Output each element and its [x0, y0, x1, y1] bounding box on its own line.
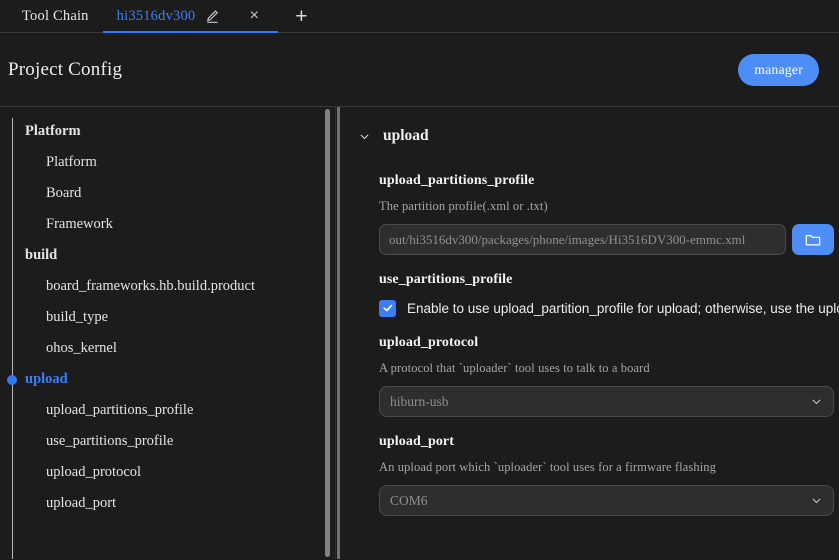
close-icon[interactable]: ×: [244, 6, 264, 26]
field-use-partitions-profile: use_partitions_profile Enable to use upl…: [357, 272, 839, 318]
sidebar-scrollbar[interactable]: [325, 109, 330, 557]
select-value: COM6: [390, 492, 428, 508]
sidebar-item-build-type[interactable]: build_type: [12, 302, 335, 333]
field-label: upload_port: [379, 434, 455, 449]
sidebar-item-label: build_type: [46, 309, 109, 325]
body-split: Platform Platform Board Framework build board…: [0, 107, 839, 559]
upload-partitions-profile-input[interactable]: [379, 224, 786, 255]
section-title: upload: [383, 127, 429, 144]
field-label: upload_partitions_profile: [379, 173, 535, 188]
sidebar-item-label: use_partitions_profile: [46, 433, 174, 449]
checkbox-row: Enable to use upload_partition_profile f…: [379, 298, 839, 318]
sidebar-item-upload-protocol[interactable]: upload_protocol: [12, 457, 335, 488]
sidebar-item-framework[interactable]: Framework: [12, 209, 335, 240]
sidebar-item-label: Framework: [46, 216, 113, 232]
sidebar-item-label: upload: [25, 371, 68, 387]
config-tree: Platform Platform Board Framework build board…: [0, 116, 335, 559]
field-description: A protocol that `uploader` tool uses to …: [379, 361, 650, 375]
field-label: use_partitions_profile: [379, 272, 513, 287]
field-description: The partition profile(.xml or .txt): [379, 199, 548, 213]
sidebar-item-platform[interactable]: Platform: [12, 116, 335, 147]
sidebar-item-label: Platform: [25, 123, 81, 139]
sidebar-item-label: board_frameworks.hb.build.product: [46, 278, 255, 294]
field-upload-partitions-profile: upload_partitions_profile The partition …: [357, 173, 839, 255]
sidebar-item-label: upload_protocol: [46, 464, 142, 480]
chevron-down-icon[interactable]: [357, 129, 371, 143]
page-title: Project Config: [8, 58, 123, 80]
tab-label: Tool Chain: [22, 7, 89, 24]
sidebar-item-ohos-kernel[interactable]: ohos_kernel: [12, 333, 335, 364]
app-window: Tool Chain hi3516dv300 × + Project Confi…: [0, 0, 839, 560]
file-picker-row: [379, 224, 834, 255]
sidebar-item-label: ohos_kernel: [46, 340, 117, 356]
tab-bar: Tool Chain hi3516dv300 × +: [0, 0, 839, 33]
sidebar-item-label: upload_partitions_profile: [46, 402, 194, 418]
sidebar-item-label: upload_port: [46, 495, 117, 511]
manager-button[interactable]: manager: [738, 53, 819, 86]
upload-port-select[interactable]: COM6: [379, 485, 834, 516]
sidebar-item-upload-partitions-profile[interactable]: upload_partitions_profile: [12, 395, 335, 426]
field-upload-port: upload_port An upload port which `upload…: [357, 434, 839, 516]
tab-hi3516dv300[interactable]: hi3516dv300 ×: [102, 0, 279, 33]
sidebar-item-platform[interactable]: Platform: [12, 147, 335, 178]
sidebar-item-board-frameworks-hb-build-product[interactable]: board_frameworks.hb.build.product: [12, 271, 335, 302]
tab-tool-chain[interactable]: Tool Chain: [8, 0, 103, 32]
sidebar-item-use-partitions-profile[interactable]: use_partitions_profile: [12, 426, 335, 457]
page-header: Project Config manager: [0, 33, 839, 107]
sidebar-item-upload-port[interactable]: upload_port: [12, 488, 335, 519]
sidebar-item-label: build: [25, 247, 58, 263]
plus-icon[interactable]: +: [284, 0, 318, 32]
sidebar-item-build[interactable]: build: [12, 240, 335, 271]
select-value: hiburn-usb: [390, 393, 449, 409]
field-label: upload_protocol: [379, 335, 479, 350]
sidebar-item-upload[interactable]: upload: [12, 364, 335, 395]
config-tree-sidebar: Platform Platform Board Framework build board…: [0, 107, 335, 559]
checkbox-label: Enable to use upload_partition_profile f…: [407, 300, 839, 316]
sidebar-item-label: Platform: [46, 154, 97, 170]
chevron-down-icon[interactable]: [809, 494, 823, 508]
field-description: An upload port which `uploader` tool use…: [379, 460, 716, 474]
chevron-down-icon[interactable]: [809, 395, 823, 409]
sidebar-item-board[interactable]: Board: [12, 178, 335, 209]
folder-icon[interactable]: [792, 224, 834, 255]
upload-protocol-select[interactable]: hiburn-usb: [379, 386, 834, 417]
field-upload-protocol: upload_protocol A protocol that `uploade…: [357, 335, 839, 417]
config-content-pane: upload upload_partitions_profile The par…: [339, 107, 839, 559]
tab-label: hi3516dv300: [116, 7, 196, 24]
section-header-upload[interactable]: upload: [357, 125, 839, 147]
pencil-icon[interactable]: [205, 9, 220, 24]
sidebar-item-label: Board: [46, 185, 82, 201]
use-partitions-profile-checkbox[interactable]: [379, 299, 396, 317]
